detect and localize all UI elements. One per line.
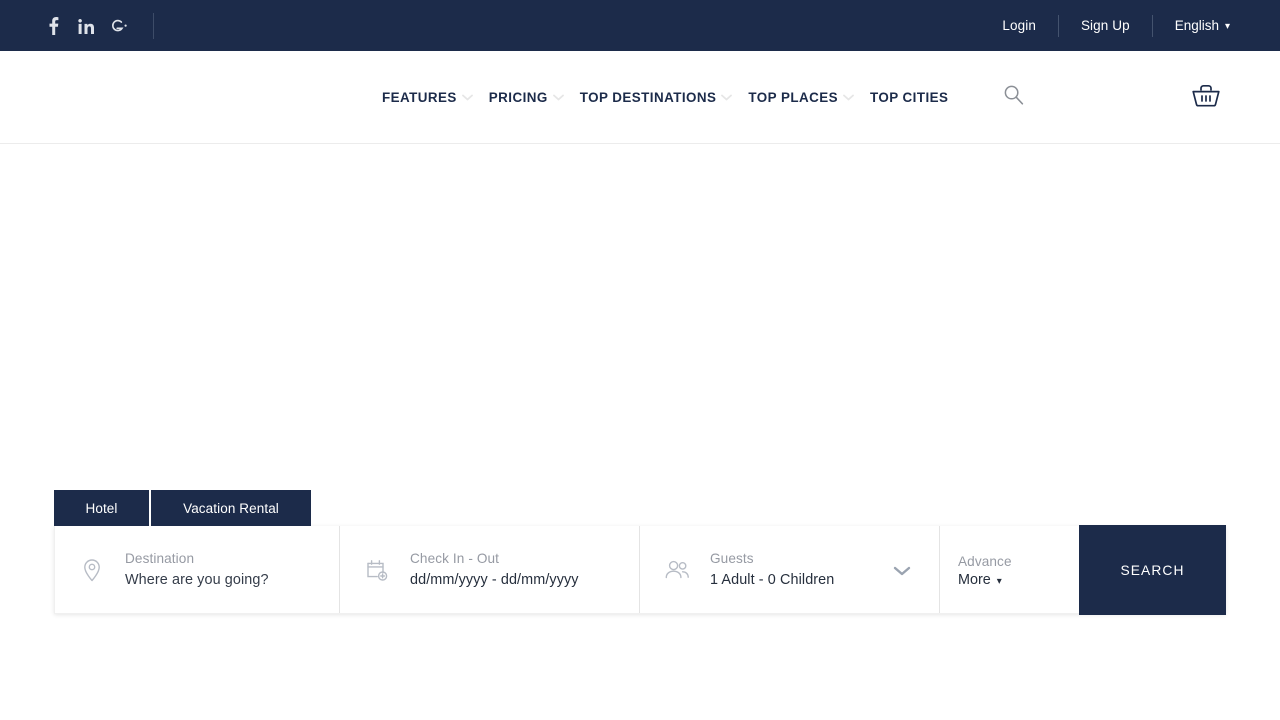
language-selector[interactable]: English ▾ <box>1153 18 1252 33</box>
linkedin-icon[interactable] <box>77 17 95 35</box>
advance-texts: Advance More ▾ <box>958 551 1012 588</box>
social-links <box>44 16 128 35</box>
guests-value[interactable]: 1 Adult - 0 Children <box>710 569 834 591</box>
destination-field[interactable]: Destination Where are you going? <box>55 526 340 613</box>
guests-texts: Guests 1 Adult - 0 Children <box>710 548 834 591</box>
nav-item-top-destinations[interactable]: TOP DESTINATIONS <box>580 90 733 105</box>
checkin-checkout-label: Check In - Out <box>410 551 500 566</box>
googleplus-icon[interactable] <box>110 17 128 35</box>
signup-link[interactable]: Sign Up <box>1059 18 1152 33</box>
tab-hotel[interactable]: Hotel <box>54 490 149 526</box>
top-bar-divider <box>153 12 154 39</box>
nav-label: TOP PLACES <box>748 89 838 105</box>
chevron-down-icon <box>721 94 733 100</box>
nav-label: TOP DESTINATIONS <box>579 89 717 105</box>
destination-input[interactable]: Where are you going? <box>125 569 269 591</box>
site-header: FEATURES PRICING TOP DESTINATIONS TOP PL… <box>0 51 1280 144</box>
chevron-down-icon <box>843 94 854 100</box>
users-icon <box>664 557 690 583</box>
search-button[interactable]: SEARCH <box>1079 525 1226 615</box>
chevron-down-icon <box>552 94 564 100</box>
top-bar: Login Sign Up English ▾ <box>0 0 1280 51</box>
map-pin-icon <box>79 557 105 583</box>
nav-item-top-places[interactable]: TOP PLACES <box>748 90 854 105</box>
caret-down-icon: ▾ <box>996 575 1002 587</box>
chevron-down-icon[interactable] <box>893 564 911 576</box>
search-icon[interactable] <box>1002 83 1024 105</box>
nav-item-pricing[interactable]: PRICING <box>489 90 564 105</box>
nav-label: PRICING <box>488 89 548 105</box>
nav-label: FEATURES <box>382 89 457 105</box>
destination-texts: Destination Where are you going? <box>125 548 269 591</box>
hero-section: Hotel Vacation Rental Destination Where … <box>0 144 1280 720</box>
nav-label: TOP CITIES <box>869 89 949 105</box>
language-label: English <box>1174 18 1219 33</box>
guests-label: Guests <box>710 551 754 566</box>
destination-label: Destination <box>125 551 195 566</box>
advance-label: Advance <box>958 554 1012 569</box>
search-bar: Destination Where are you going? Check I… <box>54 525 1226 615</box>
advance-more-toggle[interactable]: More ▾ <box>958 572 1012 588</box>
search-tabs: Hotel Vacation Rental <box>54 490 1226 526</box>
nav-item-features[interactable]: FEATURES <box>382 90 473 105</box>
shopping-basket-icon[interactable] <box>1190 79 1222 113</box>
search-widget: Hotel Vacation Rental Destination Where … <box>54 490 1226 615</box>
login-link[interactable]: Login <box>980 18 1058 33</box>
checkin-checkout-texts: Check In - Out dd/mm/yyyy - dd/mm/yyyy <box>410 548 579 591</box>
facebook-icon[interactable] <box>44 16 62 35</box>
checkin-checkout-field[interactable]: Check In - Out dd/mm/yyyy - dd/mm/yyyy <box>340 526 640 613</box>
top-bar-actions: Login Sign Up English ▾ <box>980 0 1252 51</box>
chevron-down-icon: ▾ <box>1224 20 1230 32</box>
main-navigation: FEATURES PRICING TOP DESTINATIONS TOP PL… <box>382 83 1024 108</box>
tab-vacation-rental[interactable]: Vacation Rental <box>151 490 311 526</box>
advance-field[interactable]: Advance More ▾ <box>940 526 1079 613</box>
chevron-down-icon <box>461 94 473 100</box>
nav-item-top-cities[interactable]: TOP CITIES <box>870 90 948 105</box>
calendar-add-icon <box>364 557 390 583</box>
checkin-checkout-input[interactable]: dd/mm/yyyy - dd/mm/yyyy <box>410 569 579 591</box>
advance-more-label: More <box>958 572 991 588</box>
guests-field[interactable]: Guests 1 Adult - 0 Children <box>640 526 940 613</box>
